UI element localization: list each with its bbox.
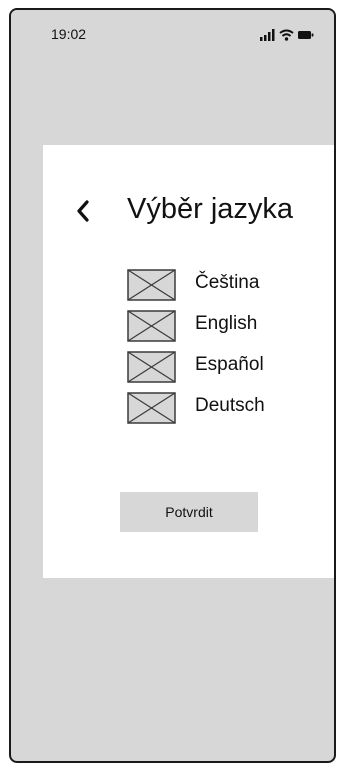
language-option-cestina[interactable]: Čeština (127, 269, 317, 303)
chevron-left-icon (77, 200, 89, 222)
language-option-espanol[interactable]: Español (127, 351, 317, 385)
language-option-english[interactable]: English (127, 310, 317, 344)
wifi-icon (279, 28, 294, 41)
language-label: English (195, 313, 258, 334)
image-placeholder-icon (127, 269, 176, 301)
signal-icon (260, 28, 275, 41)
page-title: Výběr jazyka (127, 193, 294, 225)
phone-frame: 19:02 Výběr jazyka Čeština English Españ… (9, 8, 336, 763)
language-label: Deutsch (195, 395, 265, 416)
status-icons (256, 28, 316, 42)
language-label: Čeština (195, 272, 260, 293)
language-label: Español (195, 354, 264, 375)
image-placeholder-icon (127, 310, 176, 342)
language-option-deutsch[interactable]: Deutsch (127, 392, 317, 426)
back-button[interactable] (71, 197, 97, 225)
battery-icon (298, 28, 314, 40)
image-placeholder-icon (127, 351, 176, 383)
confirm-button[interactable]: Potvrdit (120, 492, 258, 532)
image-placeholder-icon (127, 392, 176, 424)
language-card: Výběr jazyka Čeština English Español Deu… (43, 145, 334, 578)
status-time: 19:02 (51, 26, 87, 42)
status-bar: 19:02 (11, 10, 334, 60)
